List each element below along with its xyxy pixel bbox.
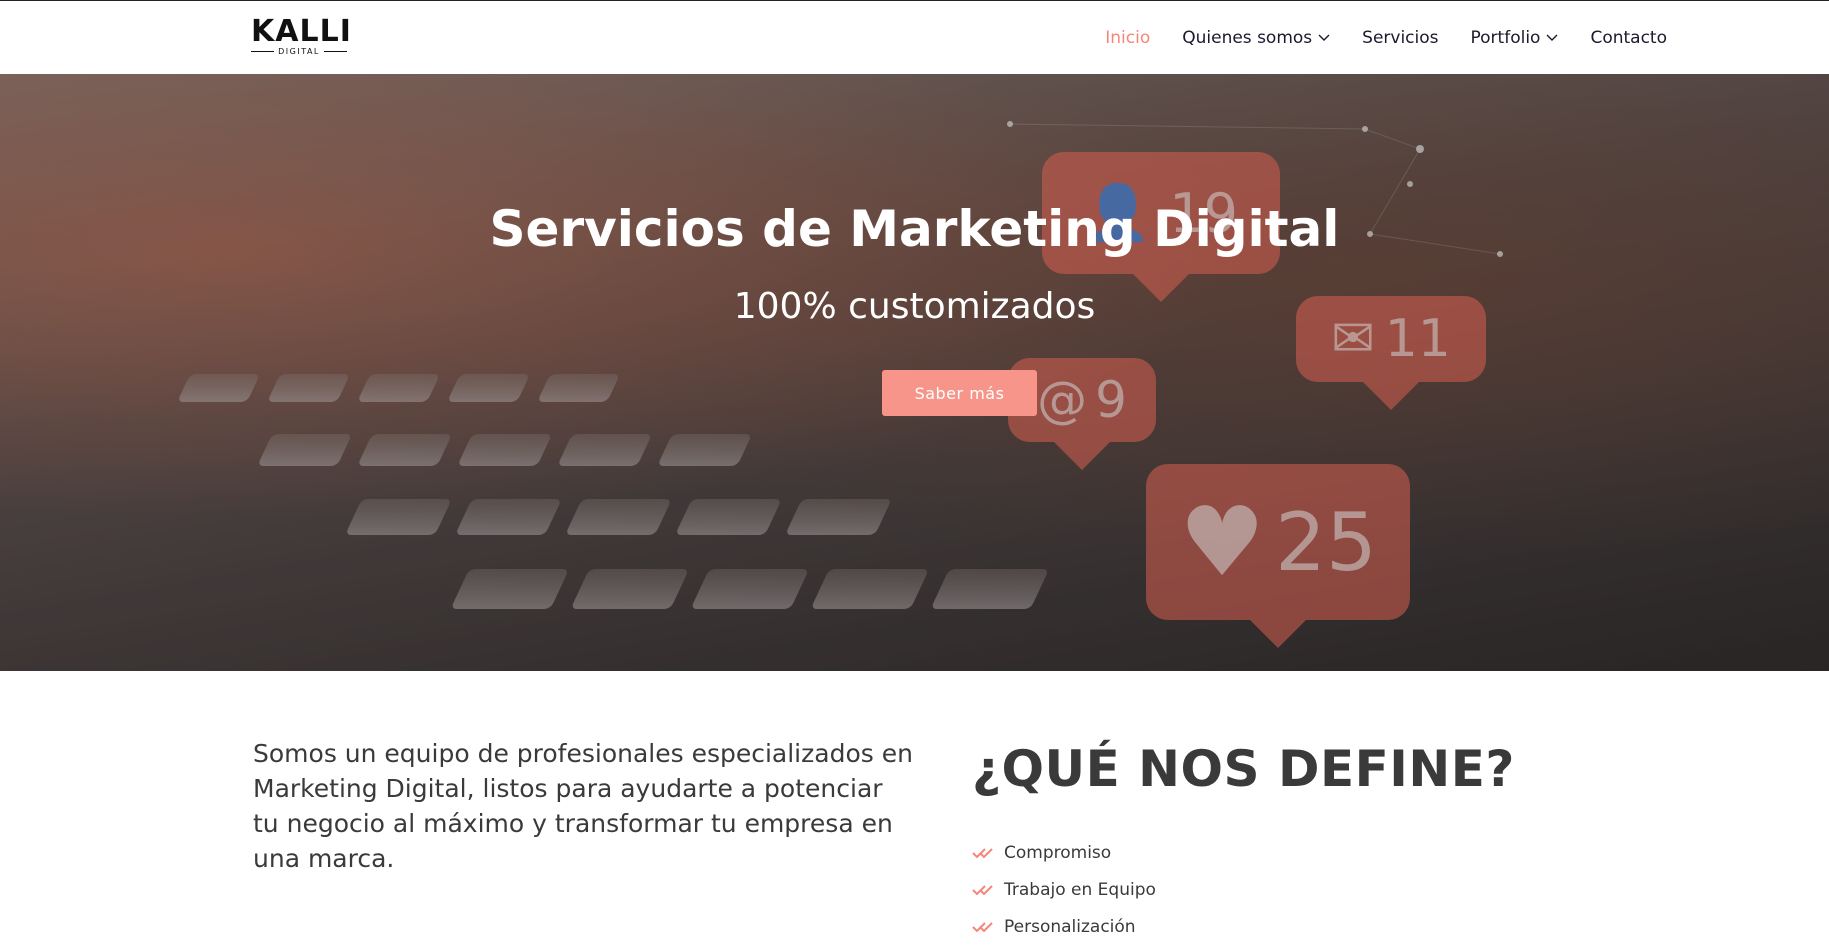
- define-title: ¿QUÉ NOS DEFINE?: [972, 740, 1515, 798]
- hero-title: Servicios de Marketing Digital: [489, 200, 1340, 258]
- nav-item-label: Servicios: [1362, 28, 1439, 48]
- bubble-count: 9: [1095, 371, 1127, 429]
- nav-item-inicio[interactable]: Inicio: [1105, 28, 1150, 48]
- nav-item-label: Quienes somos: [1182, 28, 1313, 48]
- about-paragraph: Somos un equipo de profesionales especia…: [253, 739, 913, 873]
- saber-mas-button[interactable]: Saber más: [882, 370, 1037, 416]
- hero-banner: 👤 19 ✉ 11 @ 9 ♥ 25 Servicios de Marketin…: [0, 74, 1829, 671]
- list-item: Compromiso: [972, 834, 1156, 871]
- chevron-down-icon: [1546, 34, 1558, 41]
- nav-item-label: Inicio: [1105, 28, 1151, 48]
- list-item: Trabajo en Equipo: [972, 871, 1156, 908]
- list-item: Personalización: [972, 908, 1156, 945]
- chevron-down-icon: [1318, 34, 1330, 41]
- double-check-icon: [972, 847, 993, 858]
- heart-icon: ♥: [1179, 486, 1266, 598]
- double-check-icon: [972, 921, 993, 932]
- list-item-label: Trabajo en Equipo: [1004, 879, 1156, 900]
- list-item-label: Personalización: [1004, 916, 1136, 937]
- main-nav: Inicio Quienes somos Servicios Portfolio…: [1105, 1, 1667, 75]
- logo-line-right: [323, 51, 347, 52]
- nav-item-servicios[interactable]: Servicios: [1362, 28, 1438, 48]
- nav-item-contacto[interactable]: Contacto: [1590, 28, 1667, 48]
- nav-item-quienes-somos[interactable]: Quienes somos: [1182, 28, 1330, 48]
- double-check-icon: [972, 884, 993, 895]
- bubble-count: 25: [1275, 495, 1377, 589]
- logo-subtext: DIGITAL: [278, 47, 320, 56]
- nav-item-portfolio[interactable]: Portfolio: [1471, 28, 1559, 48]
- hero-subtitle: 100% customizados: [733, 286, 1096, 327]
- logo-line-left: [251, 51, 275, 52]
- site-header: KALLI DIGITAL Inicio Quienes somos Servi…: [0, 0, 1829, 74]
- nav-item-label: Contacto: [1590, 28, 1667, 48]
- nav-item-label: Portfolio: [1470, 28, 1541, 48]
- logo-text: KALLI: [251, 14, 352, 49]
- at-icon: @: [1037, 371, 1088, 429]
- heart-notification-bubble: ♥ 25: [1146, 464, 1410, 620]
- list-item-label: Compromiso: [1004, 842, 1112, 863]
- logo[interactable]: KALLI DIGITAL: [251, 14, 352, 60]
- define-list: Compromiso Trabajo en Equipo Personaliza…: [972, 834, 1156, 945]
